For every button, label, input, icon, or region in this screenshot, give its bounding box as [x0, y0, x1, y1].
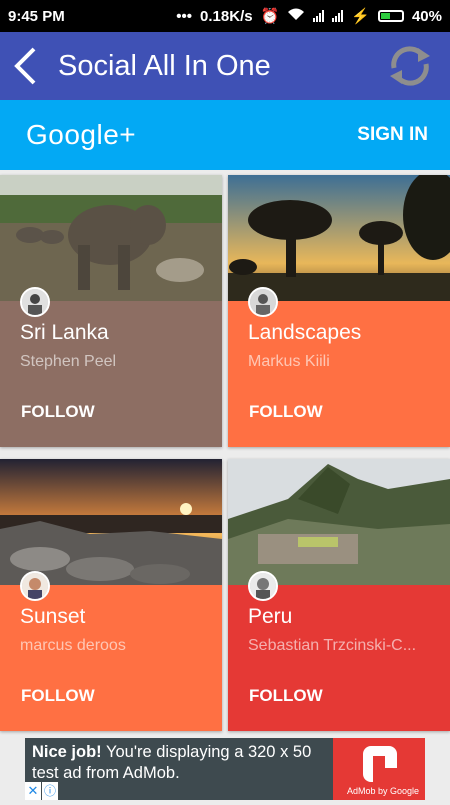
signal-icon-2 — [332, 10, 344, 22]
network-speed: 0.18K/s — [200, 7, 253, 25]
page-title: Social All In One — [58, 49, 271, 82]
ad-banner[interactable]: Nice job! You're displaying a 320 x 50 t… — [25, 738, 425, 800]
status-time: 9:45 PM — [8, 7, 65, 25]
card-landscapes[interactable]: Landscapes Markus Kiili FOLLOW — [228, 175, 450, 447]
battery-level: 40% — [411, 7, 442, 25]
avatar — [248, 571, 278, 601]
card-title: Peru — [248, 605, 293, 628]
card-title: Sunset — [20, 605, 86, 628]
avatar — [20, 571, 50, 601]
avatar — [20, 287, 50, 317]
back-button[interactable] — [0, 32, 50, 100]
card-title: Sri Lanka — [20, 321, 109, 344]
app-bar: Social All In One — [0, 32, 450, 100]
signal-icon — [313, 10, 325, 22]
google-plus-logo: Google+ — [26, 119, 137, 150]
follow-button[interactable]: FOLLOW — [21, 686, 95, 706]
charging-icon: ⚡ — [351, 8, 370, 25]
follow-button[interactable]: FOLLOW — [249, 402, 323, 422]
card-photo-machu-picchu — [228, 459, 450, 585]
card-sri-lanka[interactable]: Sri Lanka Stephen Peel FOLLOW — [0, 175, 222, 447]
status-bar: 9:45 PM ••• 0.18K/s ⏰ ⚡ 40% — [0, 0, 450, 32]
follow-button[interactable]: FOLLOW — [249, 686, 323, 706]
card-author: marcus deroos — [20, 637, 126, 654]
ad-info-icon[interactable]: ⓘ — [42, 782, 58, 800]
refresh-button[interactable] — [380, 32, 440, 100]
chevron-left-icon — [14, 47, 36, 85]
card-photo-elephants — [0, 175, 222, 301]
card-sunset[interactable]: Sunset marcus deroos FOLLOW — [0, 459, 222, 731]
card-peru[interactable]: Peru Sebastian Trzcinski-C... FOLLOW — [228, 459, 450, 731]
ad-text: Nice job! You're displaying a 320 x 50 t… — [32, 742, 332, 784]
admob-logo-panel: AdMob by Google — [333, 738, 425, 800]
card-title: Landscapes — [248, 321, 362, 344]
card-photo-baobab — [228, 175, 450, 301]
card-author: Stephen Peel — [20, 353, 117, 370]
ad-brand: AdMob by Google — [346, 786, 419, 796]
wifi-icon — [287, 8, 305, 25]
more-icon: ••• — [176, 7, 193, 25]
avatar — [248, 287, 278, 317]
card-photo-sunset — [0, 459, 222, 585]
status-indicators: ••• 0.18K/s ⏰ ⚡ 40% — [176, 7, 442, 26]
ad-headline: Nice job! — [32, 743, 102, 761]
alarm-icon: ⏰ — [260, 8, 280, 25]
card-author: Sebastian Trzcinski-C... — [248, 637, 417, 654]
battery-icon — [377, 10, 404, 22]
card-author: Markus Kiili — [248, 353, 330, 370]
ad-close-icon[interactable]: ✕ — [25, 782, 41, 800]
google-plus-bar: Google+ SIGN IN — [0, 100, 450, 170]
refresh-icon — [390, 46, 430, 86]
follow-button[interactable]: FOLLOW — [21, 402, 95, 422]
sign-in-button[interactable]: SIGN IN — [357, 124, 428, 146]
